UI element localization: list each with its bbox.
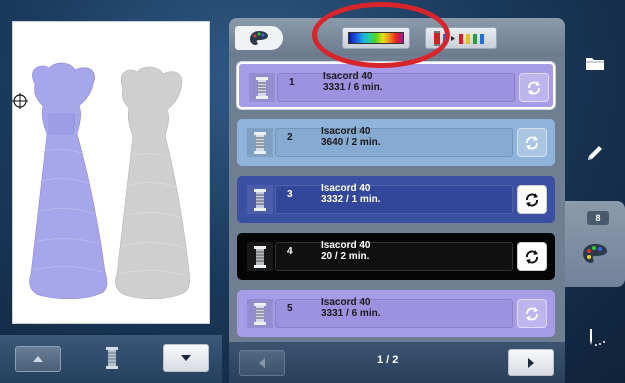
swap-thread-icon [526, 306, 538, 321]
highlight-annotation-circle [312, 2, 450, 68]
arrow-up-icon [33, 356, 43, 362]
thread-row-body[interactable]: 4 Isacord 40 20 / 2 min. [237, 233, 555, 280]
change-thread-button[interactable] [517, 128, 547, 157]
thread-row-body[interactable]: 1 Isacord 40 3331 / 6 min. [237, 62, 555, 109]
thread-row-body[interactable]: 2 Isacord 40 3640 / 2 min. [237, 119, 555, 166]
thread-color-time: 3640 / 2 min. [321, 137, 381, 148]
swap-thread-icon [526, 135, 538, 150]
thread-spool [249, 73, 275, 102]
palette-icon [250, 31, 268, 45]
thread-number: 1 [289, 77, 295, 88]
thread-spool [247, 299, 273, 328]
right-sidebar: 8 [565, 18, 625, 383]
thread-spool [247, 242, 273, 271]
thread-color-time: 3331 / 6 min. [321, 308, 381, 319]
thread-number: 4 [287, 246, 293, 257]
thread-spool [247, 128, 273, 157]
scroll-down-button[interactable] [163, 344, 209, 372]
thread-number: 2 [287, 132, 293, 143]
position-crosshair-icon[interactable] [12, 93, 28, 109]
edit-button[interactable] [565, 118, 625, 188]
palette-icon [583, 244, 607, 263]
thread-number: 3 [287, 189, 293, 200]
stitch-mode-button[interactable] [565, 303, 625, 373]
thread-brand: Isacord 40 [321, 183, 371, 194]
change-thread-button[interactable] [517, 299, 547, 328]
change-thread-button[interactable] [519, 73, 549, 102]
change-thread-button[interactable] [517, 242, 547, 271]
next-page-button[interactable] [508, 349, 554, 376]
page-indicator: 1 / 2 [377, 354, 399, 366]
thread-row[interactable]: 5 Isacord 40 3331 / 6 min. [229, 286, 565, 343]
color-palette-tab[interactable] [235, 26, 283, 50]
arrow-right-icon [528, 357, 534, 368]
open-folder-button[interactable] [565, 28, 625, 98]
arrow-down-icon [181, 355, 191, 361]
needle-icon [590, 329, 605, 346]
thread-label [275, 185, 513, 214]
thread-label [277, 73, 515, 102]
thread-brand: Isacord 40 [323, 71, 373, 82]
thread-color-time: 3332 / 1 min. [321, 194, 381, 205]
thread-row[interactable]: 4 Isacord 40 20 / 2 min. [229, 229, 565, 286]
thread-color-panel: 1 Isacord 40 3331 / 6 min. 2 Isacord 40 3640 … [229, 18, 565, 383]
thread-brand: Isacord 40 [321, 297, 371, 308]
thread-spool-icon [254, 245, 266, 268]
change-thread-button[interactable] [517, 185, 547, 214]
color-count-badge: 8 [587, 211, 609, 225]
thread-row-body[interactable]: 3 Isacord 40 3332 / 1 min. [237, 176, 555, 223]
thread-number: 5 [287, 303, 293, 314]
thread-spool-icon [254, 188, 266, 211]
design-preview-image [29, 62, 191, 300]
thread-color-time: 3331 / 6 min. [323, 82, 383, 93]
thread-spool-icon [254, 302, 266, 325]
thread-label [275, 128, 513, 157]
thread-spool-icon [256, 76, 268, 99]
color-menu-button[interactable]: 8 [565, 201, 625, 287]
thread-row-body[interactable]: 5 Isacord 40 3331 / 6 min. [237, 290, 555, 337]
left-toolbar [0, 335, 222, 383]
thread-color-time: 20 / 2 min. [321, 251, 370, 262]
pager-bar: 1 / 2 [229, 342, 565, 383]
swap-thread-icon [526, 249, 538, 264]
thread-row[interactable]: 3 Isacord 40 3332 / 1 min. [229, 172, 565, 229]
thread-label [275, 299, 513, 328]
scroll-up-button[interactable] [15, 346, 61, 372]
swap-thread-icon [526, 192, 538, 207]
pencil-icon [588, 146, 602, 160]
thread-spool-icon [105, 347, 119, 374]
thread-brand: Isacord 40 [321, 126, 371, 137]
thread-spool [247, 185, 273, 214]
prev-page-button[interactable] [239, 350, 285, 376]
thread-label [275, 242, 513, 271]
thread-row[interactable]: 2 Isacord 40 3640 / 2 min. [229, 115, 565, 172]
embroidery-preview[interactable] [12, 21, 210, 324]
folder-icon [586, 58, 604, 70]
arrow-left-icon [259, 358, 265, 368]
thread-spool-icon [254, 131, 266, 154]
thread-brand: Isacord 40 [321, 240, 371, 251]
swap-thread-icon [528, 80, 540, 95]
